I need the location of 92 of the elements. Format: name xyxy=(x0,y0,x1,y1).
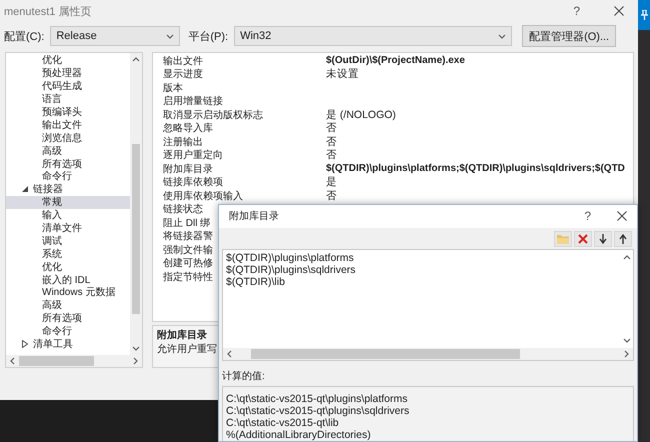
property-name[interactable]: 使用库依赖项输入 xyxy=(153,188,326,203)
field-label: 平台(P): xyxy=(188,30,228,44)
list-item[interactable]: $(QTDIR)\plugins\platforms xyxy=(226,252,618,264)
horizontal-scrollbar[interactable] xyxy=(223,348,633,360)
list-item[interactable]: $(QTDIR)\lib xyxy=(226,276,618,288)
tree-item[interactable]: 清单文件 xyxy=(6,222,130,234)
property-value[interactable]: 否 xyxy=(326,121,337,136)
scrollbar-thumb[interactable] xyxy=(251,349,520,359)
tree-item[interactable]: 所有选项 xyxy=(6,312,130,325)
property-value[interactable]: 未设置 xyxy=(326,67,359,82)
folder-icon xyxy=(557,234,569,244)
list-item[interactable]: $(QTDIR)\plugins\sqldrivers xyxy=(226,264,618,276)
tree-item[interactable]: 语言 xyxy=(6,92,130,106)
chevron-right-icon[interactable] xyxy=(623,350,630,358)
close-icon[interactable] xyxy=(614,6,624,16)
property-name[interactable]: 注册输出 xyxy=(153,134,326,149)
configuration-dropdown[interactable]: Release xyxy=(50,26,180,46)
platform-dropdown[interactable]: Win32 xyxy=(234,26,512,46)
computed-value: C:\qt\static-vs2015-qt\lib xyxy=(226,417,340,429)
delete-button[interactable] xyxy=(574,230,592,247)
window-title: menutest1 属性页 xyxy=(4,4,92,18)
chevron-left-icon[interactable] xyxy=(226,350,233,358)
property-value[interactable]: 是 xyxy=(326,175,337,190)
scrollbar-thumb[interactable] xyxy=(132,144,140,314)
help-button[interactable]: ? xyxy=(573,4,580,18)
chevron-down-icon[interactable] xyxy=(498,32,506,40)
config-manager-button[interactable]: 配置管理器(O)... xyxy=(522,25,616,47)
chevron-left-icon[interactable] xyxy=(9,357,16,365)
tree-item[interactable]: 常规 xyxy=(6,196,130,209)
property-name[interactable]: 取消显示启动版权标志 xyxy=(153,108,326,122)
tree-item[interactable]: 代码生成 xyxy=(6,80,130,93)
property-name[interactable]: 附加库目录 xyxy=(153,162,326,176)
description-title: 附加库目录 xyxy=(157,329,207,343)
property-value[interactable]: 否 xyxy=(326,148,337,162)
tree-item[interactable]: 命令行 xyxy=(6,170,130,183)
chevron-up-icon[interactable] xyxy=(623,254,631,261)
tree-item[interactable]: 高级 xyxy=(6,298,130,312)
property-name[interactable]: 链接库依赖项 xyxy=(153,175,326,190)
property-name[interactable]: 输出文件 xyxy=(153,54,326,68)
tree-item[interactable]: 命令行 xyxy=(6,324,130,338)
collapsed-triangle-icon[interactable] xyxy=(22,340,28,348)
tree-item[interactable]: 高级 xyxy=(6,144,130,158)
property-value[interactable]: $(QTDIR)\plugins\platforms;$(QTDIR)\plugins\sqldrivers;$(QTD xyxy=(326,163,625,174)
expanded-triangle-icon[interactable] xyxy=(22,186,28,192)
tree-item[interactable]: 调试 xyxy=(6,234,130,248)
property-name[interactable]: 忽略导入库 xyxy=(153,121,326,136)
property-name[interactable]: 版本 xyxy=(153,80,326,95)
chevron-right-icon[interactable] xyxy=(132,357,139,365)
computed-label: 计算的值: xyxy=(222,370,266,383)
pin-tab[interactable] xyxy=(638,0,650,30)
scrollbar-thumb[interactable] xyxy=(19,356,94,366)
tree-item[interactable]: 优化 xyxy=(6,54,130,67)
pin-icon[interactable] xyxy=(640,10,648,20)
chevron-down-icon[interactable] xyxy=(132,345,140,352)
move-up-button[interactable] xyxy=(614,230,632,247)
property-name[interactable]: 启用增量链接 xyxy=(153,94,326,108)
computed-value: C:\qt\static-vs2015-qt\plugins\sqldrivers xyxy=(226,405,410,417)
tree-item[interactable]: 链接器 xyxy=(6,182,130,196)
vertical-scrollbar[interactable] xyxy=(130,53,142,355)
property-value[interactable]: 是 (/NOLOGO) xyxy=(326,108,396,122)
chevron-down-icon[interactable] xyxy=(623,337,631,344)
tree-item[interactable]: 输入 xyxy=(6,208,130,222)
property-value[interactable]: 否 xyxy=(326,134,337,149)
property-name[interactable]: 显示进度 xyxy=(153,67,326,82)
move-down-button[interactable] xyxy=(594,230,612,247)
tree-item[interactable]: Windows 元数据 xyxy=(6,286,130,299)
tree-item[interactable]: 浏览信息 xyxy=(6,131,130,144)
tree-item[interactable]: 优化 xyxy=(6,260,130,274)
up-arrow-icon xyxy=(619,234,627,244)
horizontal-scrollbar[interactable] xyxy=(6,355,142,367)
property-name[interactable]: 逐用户重定向 xyxy=(153,148,326,162)
cross-icon xyxy=(578,234,588,244)
computed-value: %(AdditionalLibraryDirectories) xyxy=(226,429,372,441)
description-text: 允许用户重写 xyxy=(157,343,217,357)
tree-item[interactable]: 嵌入的 IDL xyxy=(6,273,130,286)
tree-item[interactable]: 预编译头 xyxy=(6,106,130,118)
property-value[interactable]: 否 xyxy=(326,188,337,203)
tree-item[interactable]: 输出文件 xyxy=(6,118,130,132)
chevron-down-icon[interactable] xyxy=(166,32,174,40)
property-value[interactable]: $(OutDir)\$(ProjectName).exe xyxy=(326,55,465,66)
computed-value: C:\qt\static-vs2015-qt\plugins\platforms xyxy=(226,393,408,405)
field-label: 配置(C): xyxy=(4,30,44,44)
close-icon[interactable] xyxy=(617,211,627,222)
chevron-up-icon[interactable] xyxy=(132,56,140,63)
tree-item[interactable]: 预处理器 xyxy=(6,66,130,80)
down-arrow-icon xyxy=(599,234,607,244)
directory-list[interactable]: $(QTDIR)\plugins\platforms $(QTDIR)\plugins\sqldrivers $(QTDIR)\lib xyxy=(222,248,634,361)
help-button[interactable]: ? xyxy=(584,209,591,224)
tree-item[interactable]: 清单工具 xyxy=(6,338,130,350)
tree-item[interactable]: 所有选项 xyxy=(6,157,130,170)
dialog-title: 附加库目录 xyxy=(229,210,280,224)
tree-item[interactable]: 系统 xyxy=(6,247,130,260)
